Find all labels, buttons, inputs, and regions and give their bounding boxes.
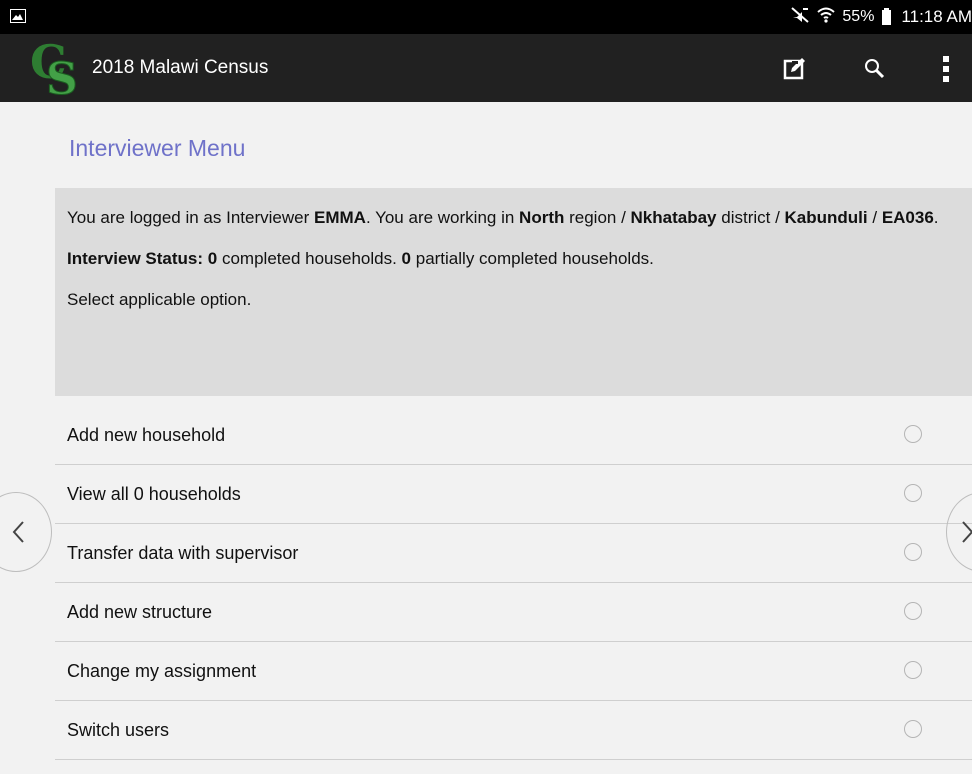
- edit-icon: [783, 58, 805, 80]
- option-label: Change my assignment: [67, 661, 257, 681]
- radio-button[interactable]: [904, 602, 922, 620]
- app-title: 2018 Malawi Census: [92, 57, 269, 78]
- battery-percent: 55%: [842, 8, 875, 25]
- radio-button[interactable]: [904, 425, 922, 443]
- battery-icon: [882, 7, 892, 25]
- partial-count: 0: [401, 249, 412, 268]
- ea-code: EA036: [881, 208, 934, 227]
- option-list: Add new household View all 0 households …: [55, 406, 972, 760]
- option-transfer-data[interactable]: Transfer data with supervisor: [55, 524, 972, 583]
- status-time: 11:18 AM: [901, 7, 972, 26]
- info-panel: You are logged in as Interviewer EMMA. Y…: [55, 188, 972, 396]
- option-switch-users[interactable]: Switch users: [55, 701, 972, 760]
- option-change-assignment[interactable]: Change my assignment: [55, 642, 972, 701]
- chevron-left-icon: [12, 521, 24, 543]
- instruction-text: Select applicable option.: [67, 290, 252, 309]
- app-logo: C S: [28, 35, 86, 106]
- more-options-button[interactable]: [932, 52, 960, 86]
- option-add-new-structure[interactable]: Add new structure: [55, 583, 972, 642]
- status-bar: 55% 11:18 AM: [0, 0, 972, 34]
- radio-button[interactable]: [904, 661, 922, 679]
- edit-button[interactable]: [777, 52, 811, 86]
- chevron-right-icon: [962, 521, 972, 543]
- app-bar: C S 2018 Malawi Census: [0, 34, 972, 106]
- option-label: View all 0 households: [67, 484, 241, 504]
- option-label: Transfer data with supervisor: [67, 543, 299, 563]
- region-name: North: [519, 208, 565, 227]
- interviewer-name: EMMA: [313, 208, 366, 227]
- area-name: Kabunduli: [784, 208, 868, 227]
- option-label: Add new household: [67, 425, 226, 445]
- search-icon: [865, 59, 885, 79]
- radio-button[interactable]: [904, 543, 922, 561]
- option-add-new-household[interactable]: Add new household: [55, 406, 972, 465]
- wifi-icon: [816, 6, 836, 29]
- search-button[interactable]: [858, 52, 892, 86]
- district-name: Nkhatabay: [630, 208, 717, 227]
- option-view-all-households[interactable]: View all 0 households: [55, 465, 972, 524]
- image-icon: [10, 9, 26, 23]
- radio-button[interactable]: [904, 720, 922, 738]
- radio-button[interactable]: [904, 484, 922, 502]
- status-indicators: 55% 11:18 AM: [790, 6, 972, 28]
- more-vert-icon: [943, 56, 949, 82]
- option-label: Add new structure: [67, 602, 213, 622]
- completed-count: 0: [207, 249, 218, 268]
- svg-text:S: S: [46, 54, 78, 98]
- option-label: Switch users: [67, 720, 170, 740]
- page-title: Interviewer Menu: [69, 135, 246, 161]
- login-info-text: You are logged in as Interviewer EMMA. Y…: [67, 208, 939, 227]
- mute-icon: [790, 6, 810, 29]
- previous-button[interactable]: [0, 492, 52, 572]
- interview-status-text: Interview Status: 0 completed households…: [67, 249, 654, 268]
